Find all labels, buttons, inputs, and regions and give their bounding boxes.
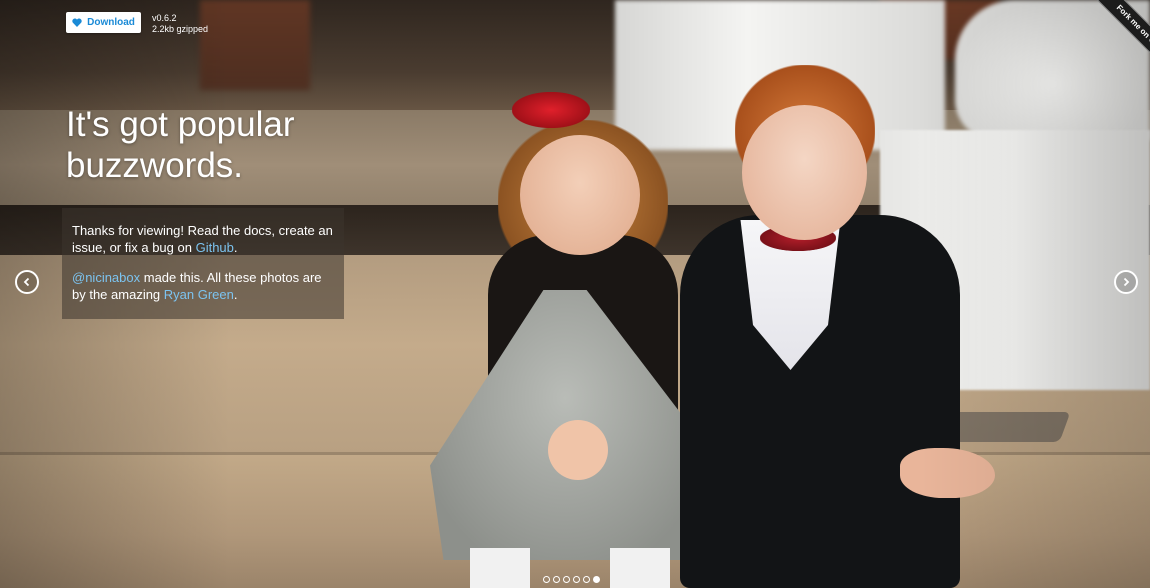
info-paragraph-1: Thanks for viewing! Read the docs, creat… (72, 222, 334, 256)
pagination-dot[interactable] (543, 576, 550, 583)
chevron-left-icon (23, 277, 30, 287)
headline-line-2: buzzwords. (66, 146, 244, 185)
pagination-dot[interactable] (573, 576, 580, 583)
pagination-dot[interactable] (553, 576, 560, 583)
pagination-dots (543, 576, 600, 583)
slide-headline: It's got popular buzzwords. (66, 104, 366, 186)
headline-line-1: It's got popular (66, 105, 295, 144)
pagination-dot[interactable] (583, 576, 590, 583)
version-number: v0.6.2 (152, 13, 177, 23)
fork-me-ribbon[interactable]: Fork me on GitHub (1089, 0, 1150, 86)
download-label: Download (87, 17, 135, 28)
github-ribbon-container: Fork me on GitHub (1060, 0, 1150, 90)
github-link[interactable]: Github (196, 240, 234, 255)
heart-icon (72, 18, 82, 27)
author-link[interactable]: @nicinabox (72, 270, 140, 285)
info-period-1: . (233, 240, 238, 255)
file-size: 2.2kb gzipped (152, 24, 209, 34)
download-button[interactable]: Download (66, 12, 141, 33)
pagination-dot[interactable] (563, 576, 570, 583)
info-period-2: . (233, 287, 238, 302)
next-slide-button[interactable] (1114, 270, 1138, 294)
prev-slide-button[interactable] (15, 270, 39, 294)
info-box: Thanks for viewing! Read the docs, creat… (62, 208, 344, 319)
info-paragraph-2: @nicinabox made this. All these photos a… (72, 269, 334, 303)
chevron-right-icon (1123, 277, 1130, 287)
photographer-link[interactable]: Ryan Green (164, 287, 234, 302)
version-info: v0.6.2 2.2kb gzipped (152, 13, 208, 35)
pagination-dot[interactable] (593, 576, 600, 583)
